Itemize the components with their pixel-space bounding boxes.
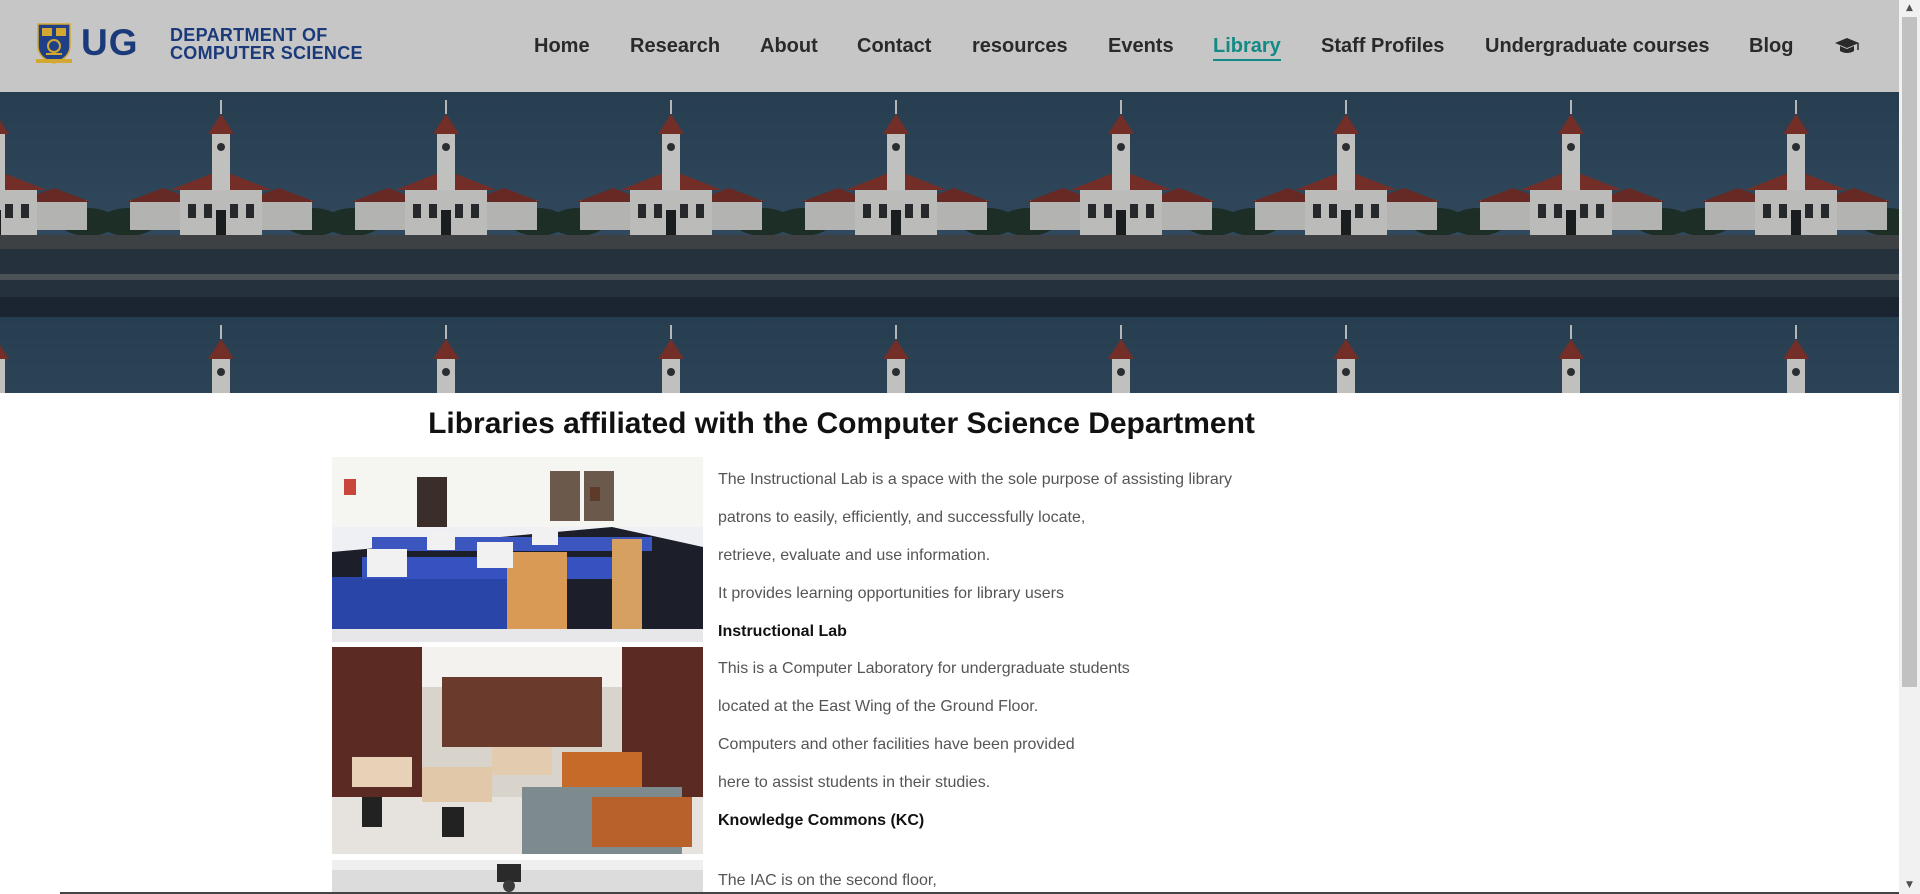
logo-short: UG — [81, 22, 139, 63]
scroll-up-arrow-icon[interactable]: ▲ — [1899, 0, 1920, 17]
page: UG DEPARTMENT OF COMPUTER SCIENCE Home R… — [0, 0, 1899, 894]
banner-image — [0, 92, 1899, 393]
description-line: Computers and other facilities have been… — [718, 736, 1075, 753]
logo-dept-name: DEPARTMENT OF COMPUTER SCIENCE — [170, 26, 430, 62]
vertical-scrollbar[interactable]: ▲ ▼ — [1899, 0, 1920, 894]
nav-staff-profiles[interactable]: Staff Profiles — [1321, 34, 1444, 58]
nav-home[interactable]: Home — [534, 34, 590, 58]
nav-library[interactable]: Library — [1213, 34, 1281, 61]
description-line: It provides learning opportunities for l… — [718, 585, 1064, 602]
knowledge-commons-photo — [332, 647, 703, 854]
instructional-lab-photo — [332, 457, 703, 642]
nav-undergraduate-courses[interactable]: Undergraduate courses — [1485, 34, 1710, 58]
description-line: This is a Computer Laboratory for underg… — [718, 660, 1130, 677]
logo-line-1: DEPARTMENT OF — [170, 25, 328, 45]
description-line: The Instructional Lab is a space with th… — [718, 471, 1233, 488]
scrollbar-thumb[interactable] — [1902, 17, 1917, 687]
description-line: The IAC is on the second floor, — [718, 872, 937, 889]
logo-line-2: COMPUTER SCIENCE — [170, 43, 363, 63]
nav-contact[interactable]: Contact — [857, 34, 931, 58]
description-line: retrieve, evaluate and use information. — [718, 547, 991, 564]
nav-events[interactable]: Events — [1108, 34, 1174, 58]
site-header: UG DEPARTMENT OF COMPUTER SCIENCE Home R… — [0, 0, 1899, 92]
nav-blog[interactable]: Blog — [1749, 34, 1793, 58]
nav-research[interactable]: Research — [630, 34, 720, 58]
description-line: here to assist students in their studies… — [718, 774, 991, 791]
iac-photo — [332, 860, 703, 894]
scroll-down-arrow-icon[interactable]: ▼ — [1899, 877, 1920, 894]
section-heading-knowledge-commons: Knowledge Commons (KC) — [718, 812, 925, 829]
section-heading-instructional-lab: Instructional Lab — [718, 623, 847, 640]
university-crest-icon — [36, 23, 72, 64]
page-title: Libraries affiliated with the Computer S… — [428, 407, 1255, 440]
description-line: patrons to easily, efficiently, and succ… — [718, 509, 1086, 526]
nav-about[interactable]: About — [760, 34, 818, 58]
description-line: located at the East Wing of the Ground F… — [718, 698, 1039, 715]
nav-resources[interactable]: resources — [972, 34, 1068, 58]
graduation-cap-icon[interactable] — [1833, 34, 1861, 58]
hero-banner — [0, 92, 1899, 393]
